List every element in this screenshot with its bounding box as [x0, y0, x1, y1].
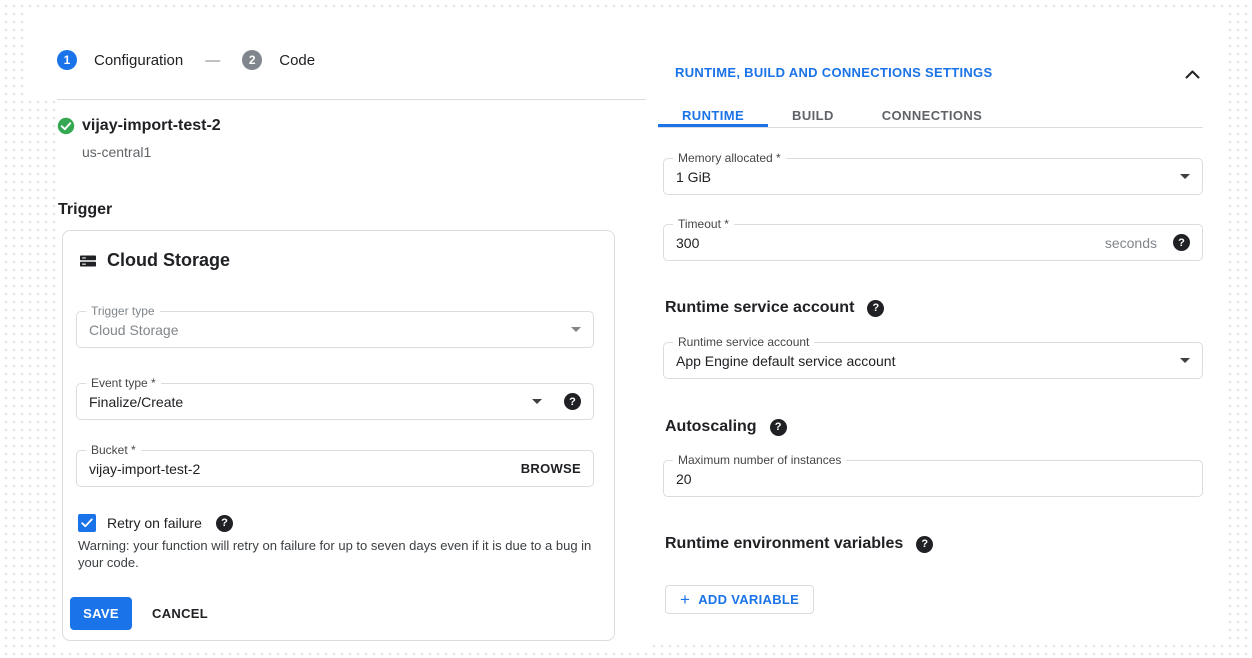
function-region: us-central1	[82, 144, 151, 160]
service-account-select[interactable]: Runtime service account App Engine defau…	[663, 342, 1203, 379]
tab-connections[interactable]: CONNECTIONS	[858, 103, 1006, 127]
stepper: 1 Configuration — 2 Code	[57, 50, 315, 70]
service-account-label: Runtime service account	[673, 335, 814, 350]
retry-checkbox[interactable]	[78, 514, 96, 532]
retry-on-failure-row: Retry on failure ?	[78, 514, 233, 532]
trigger-card-title-row: Cloud Storage	[78, 250, 230, 271]
event-type-select[interactable]: Event type * Finalize/Create ?	[76, 383, 594, 420]
runtime-settings-header[interactable]: RUNTIME, BUILD AND CONNECTIONS SETTINGS	[675, 65, 992, 80]
trigger-card-title: Cloud Storage	[107, 250, 230, 271]
env-variables-heading-row: Runtime environment variables ?	[665, 535, 933, 553]
configuration-panel: vijay-import-test-2 us-central1 Trigger …	[57, 100, 648, 648]
chevron-down-icon	[532, 399, 542, 404]
chevron-down-icon	[1180, 174, 1190, 179]
event-type-label: Event type *	[86, 376, 161, 391]
step-1-label[interactable]: Configuration	[94, 52, 183, 69]
service-account-heading-row: Runtime service account ?	[665, 299, 884, 317]
tab-runtime[interactable]: RUNTIME	[658, 103, 768, 127]
cancel-button[interactable]: CANCEL	[152, 606, 208, 621]
bucket-label: Bucket *	[86, 443, 141, 458]
max-instances-value[interactable]: 20	[676, 471, 1190, 487]
max-instances-label: Maximum number of instances	[673, 453, 846, 468]
step-1-badge[interactable]: 1	[57, 50, 77, 70]
trigger-type-value: Cloud Storage	[89, 322, 571, 338]
help-icon[interactable]: ?	[867, 300, 884, 317]
autoscaling-heading: Autoscaling	[665, 418, 757, 436]
env-variables-heading: Runtime environment variables	[665, 535, 903, 553]
memory-allocated-value: 1 GiB	[676, 169, 1180, 185]
retry-warning-text: Warning: your function will retry on fai…	[78, 537, 598, 571]
runtime-settings-panel: RUNTIME, BUILD AND CONNECTIONS SETTINGS …	[653, 12, 1225, 645]
tab-build[interactable]: BUILD	[768, 103, 858, 127]
trigger-section-title: Trigger	[58, 201, 112, 219]
add-variable-button[interactable]: + ADD VARIABLE	[665, 585, 814, 614]
step-2-badge[interactable]: 2	[242, 50, 262, 70]
save-button[interactable]: SAVE	[70, 597, 132, 630]
timeout-unit: seconds	[1105, 235, 1157, 251]
trigger-type-select[interactable]: Trigger type Cloud Storage	[76, 311, 594, 348]
service-account-value: App Engine default service account	[676, 353, 1180, 369]
bucket-value[interactable]: vijay-import-test-2	[89, 461, 521, 477]
chevron-down-icon	[1180, 358, 1190, 363]
chevron-up-icon[interactable]	[1185, 66, 1200, 84]
trigger-actions: SAVE CANCEL	[70, 597, 208, 630]
add-variable-label: ADD VARIABLE	[698, 592, 799, 607]
timeout-label: Timeout *	[673, 217, 734, 232]
max-instances-input[interactable]: Maximum number of instances 20	[663, 460, 1203, 497]
function-name-row: vijay-import-test-2	[57, 117, 221, 135]
chevron-down-icon	[571, 327, 581, 332]
event-type-value: Finalize/Create	[89, 394, 532, 410]
timeout-value[interactable]: 300	[676, 235, 1105, 251]
plus-icon: +	[680, 591, 690, 608]
trigger-card: Cloud Storage Trigger type Cloud Storage…	[62, 230, 615, 641]
help-icon[interactable]: ?	[916, 536, 933, 553]
function-name: vijay-import-test-2	[82, 117, 221, 135]
memory-allocated-select[interactable]: Memory allocated * 1 GiB	[663, 158, 1203, 195]
step-separator: —	[205, 52, 220, 69]
bucket-input[interactable]: Bucket * vijay-import-test-2 BROWSE	[76, 450, 594, 487]
help-icon[interactable]: ?	[770, 419, 787, 436]
service-account-heading: Runtime service account	[665, 299, 854, 317]
autoscaling-heading-row: Autoscaling ?	[665, 418, 787, 436]
help-icon[interactable]: ?	[564, 393, 581, 410]
memory-allocated-label: Memory allocated *	[673, 151, 786, 166]
timeout-input[interactable]: Timeout * 300 seconds ?	[663, 224, 1203, 261]
retry-checkbox-label[interactable]: Retry on failure	[107, 515, 202, 531]
step-2-label[interactable]: Code	[279, 52, 315, 69]
help-icon[interactable]: ?	[1173, 234, 1190, 251]
check-circle-icon	[57, 117, 75, 135]
trigger-type-label: Trigger type	[86, 304, 160, 319]
settings-tabs: RUNTIME BUILD CONNECTIONS	[658, 103, 1203, 128]
cloud-storage-icon	[78, 251, 98, 271]
browse-button[interactable]: BROWSE	[521, 461, 581, 476]
stepper-panel: 1 Configuration — 2 Code	[27, 10, 648, 100]
help-icon[interactable]: ?	[216, 515, 233, 532]
